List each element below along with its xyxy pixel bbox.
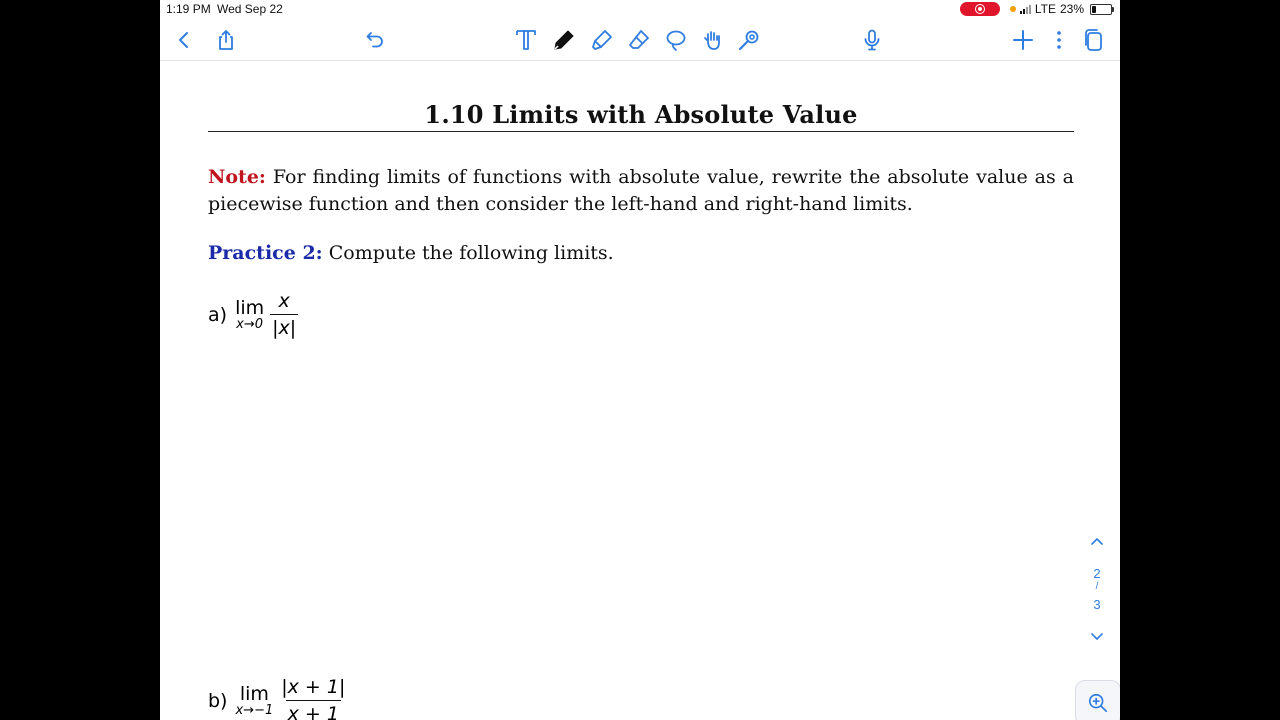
toolbar	[160, 20, 1120, 61]
status-right: LTE 23%	[959, 2, 1114, 16]
lasso-icon[interactable]	[662, 26, 690, 54]
eraser-icon[interactable]	[625, 26, 653, 54]
network-type: LTE	[1034, 2, 1056, 16]
laser-pointer-icon[interactable]	[735, 26, 763, 54]
denominator: x + 1	[285, 700, 341, 720]
note-label: Note:	[208, 166, 266, 188]
hand-icon[interactable]	[698, 26, 726, 54]
problem-b: b) lim x→−1 |x + 1| x + 1	[208, 676, 347, 720]
share-icon[interactable]	[212, 26, 240, 54]
undo-icon[interactable]	[362, 26, 390, 54]
pages-icon[interactable]	[1080, 26, 1108, 54]
mic-in-use-dot-icon	[1009, 6, 1016, 12]
status-date: Wed Sep 22	[217, 2, 283, 16]
problem-a: a) lim x→0 x |x|	[208, 290, 299, 339]
page-up-chevron-icon[interactable]	[1089, 534, 1105, 550]
plus-icon[interactable]	[1009, 26, 1037, 54]
microphone-icon[interactable]	[858, 26, 886, 54]
battery-icon	[1090, 3, 1114, 15]
status-bar: 1:19 PM Wed Sep 22 LTE 23%	[160, 0, 1120, 20]
battery-percent: 23%	[1059, 2, 1084, 16]
lim-subscript: x→−1	[235, 702, 274, 718]
limit-operator: lim x→−1	[235, 684, 273, 718]
denominator: |x|	[270, 314, 299, 339]
lim-word: lim	[235, 296, 265, 319]
status-time: 1:19 PM	[166, 2, 211, 16]
text-tool-icon[interactable]	[512, 26, 540, 54]
page-navigator: 2 / 3	[1080, 532, 1114, 644]
current-page: 2	[1093, 566, 1101, 581]
screen-recording-icon[interactable]	[959, 2, 1000, 16]
back-chevron-icon[interactable]	[170, 26, 198, 54]
document-page: 1.10 Limits with Absolute Value Note: Fo…	[208, 60, 1074, 264]
limit-operator: lim x→0	[235, 298, 264, 332]
note-text: For finding limits of functions with abs…	[208, 166, 1074, 215]
page-down-chevron-icon[interactable]	[1089, 628, 1105, 644]
total-pages: 3	[1093, 597, 1101, 612]
fraction: |x + 1| x + 1	[279, 676, 347, 720]
note-paragraph: Note: For finding limits of functions wi…	[208, 164, 1074, 218]
page-separator: /	[1095, 581, 1099, 592]
lim-word: lim	[239, 682, 269, 705]
fraction: x |x|	[270, 290, 299, 339]
practice-label: Practice 2:	[208, 242, 323, 264]
cellular-signal-icon	[1019, 4, 1031, 14]
zoom-in-icon	[1088, 693, 1108, 713]
zoom-button[interactable]	[1075, 680, 1120, 720]
practice-text: Compute the following limits.	[328, 242, 614, 264]
pen-tool-icon[interactable]	[550, 26, 578, 54]
practice-heading: Practice 2: Compute the following limits…	[208, 242, 1074, 264]
pdf-annotation-app: 1:19 PM Wed Sep 22 LTE 23% 1.10 Limits w…	[160, 0, 1120, 720]
lim-subscript: x→0	[236, 316, 264, 332]
numerator: |x + 1|	[281, 676, 346, 698]
numerator: x	[278, 290, 290, 312]
more-icon[interactable]	[1045, 26, 1073, 54]
page-title: 1.10 Limits with Absolute Value	[208, 100, 1074, 132]
problem-label: a)	[208, 303, 228, 326]
highlighter-icon[interactable]	[588, 26, 616, 54]
problem-label: b)	[208, 689, 228, 712]
